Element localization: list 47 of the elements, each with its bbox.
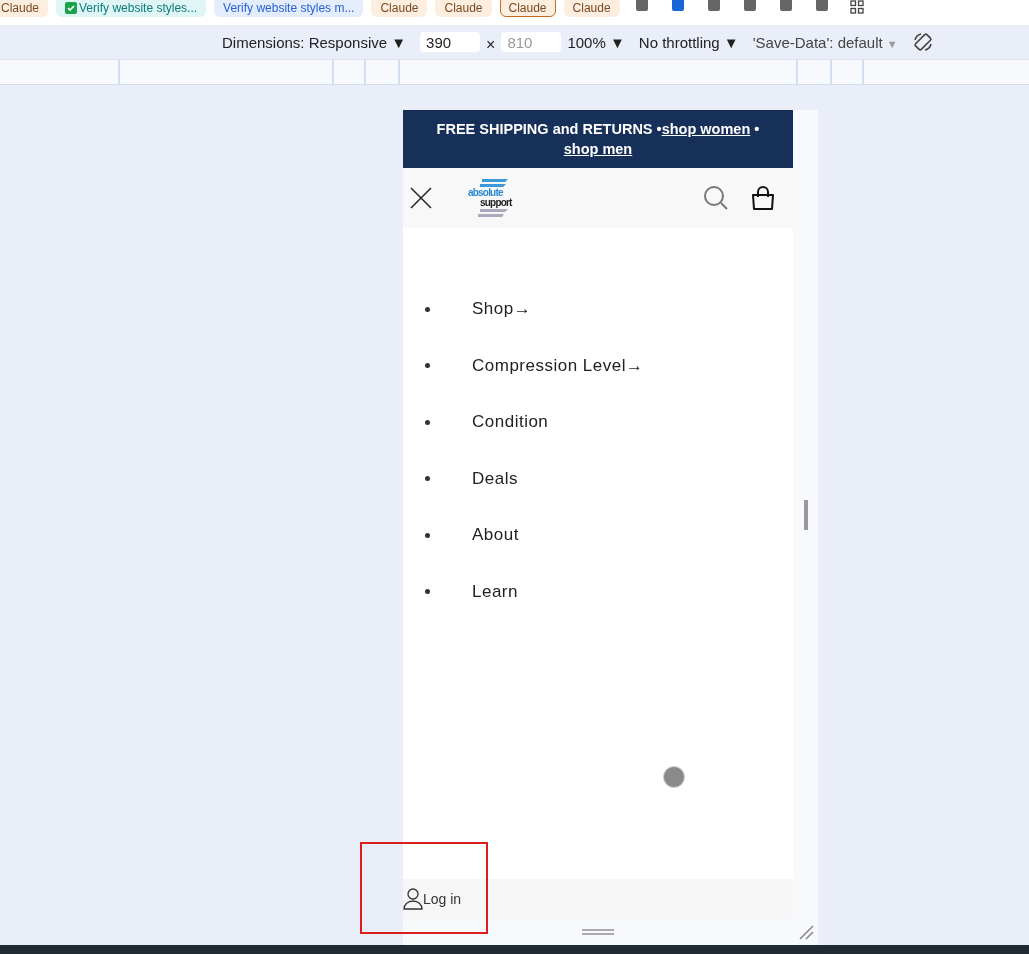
menu-item[interactable]: Learn [472,581,518,602]
width-field[interactable]: 390 [420,32,481,52]
grid-icon[interactable] [849,0,864,14]
tab-group[interactable]: Verify website styles... [56,0,207,17]
promo-banner: FREE SHIPPING and RETURNS •shop women • shop men [403,110,793,168]
resize-handle[interactable] [803,499,808,530]
tab-group[interactable]: Claude [435,0,492,17]
zoom-dropdown[interactable]: 100% ▼ [567,33,625,51]
close-icon[interactable] [410,187,432,209]
shop-men-link[interactable]: shop men [563,141,633,157]
bullet-icon [425,363,430,369]
resize-handle[interactable] [582,929,614,935]
times-sign: × [486,36,496,54]
search-icon[interactable] [703,185,729,211]
save-data-dropdown[interactable]: 'Save-Data': default ▼ [752,33,898,51]
bullet-icon [425,532,430,538]
tab[interactable] [671,0,684,11]
user-icon [403,888,423,910]
tab[interactable] [707,0,720,11]
menu-item[interactable]: Shop→ [472,299,532,320]
shop-women-link[interactable]: shop women [661,121,751,137]
menu-item[interactable]: Compression Level→ [472,355,644,376]
menu-item[interactable]: Condition [472,412,549,433]
menu-item[interactable]: About [472,525,519,546]
tab[interactable] [815,0,828,11]
tab-group[interactable]: Claude [0,0,49,17]
bullet-icon [425,419,430,425]
tab[interactable] [635,0,648,11]
bullet-icon [425,476,430,482]
bullet-icon [425,306,430,312]
bullet-icon [425,589,430,595]
login-link[interactable]: Log in [403,888,462,910]
shopping-bag-icon[interactable] [751,185,775,211]
tab[interactable] [779,0,792,11]
tab[interactable] [743,0,756,11]
tab-group[interactable]: Claude [371,0,428,17]
tab-group[interactable]: Verify website styles m... [214,0,364,17]
rotate-icon[interactable] [911,31,934,53]
dot-icon [663,766,685,788]
logo[interactable]: absolute support [468,179,518,217]
tab-group[interactable]: Claude [499,0,556,17]
dimensions-dropdown[interactable]: Dimensions: Responsive ▼ [222,33,407,51]
throttling-dropdown[interactable]: No throttling ▼ [638,33,739,51]
resize-grip-icon[interactable] [798,924,814,940]
menu-item[interactable]: Deals [472,468,518,489]
height-field[interactable]: 810 [501,32,562,52]
tab-group[interactable]: Claude [563,0,620,17]
